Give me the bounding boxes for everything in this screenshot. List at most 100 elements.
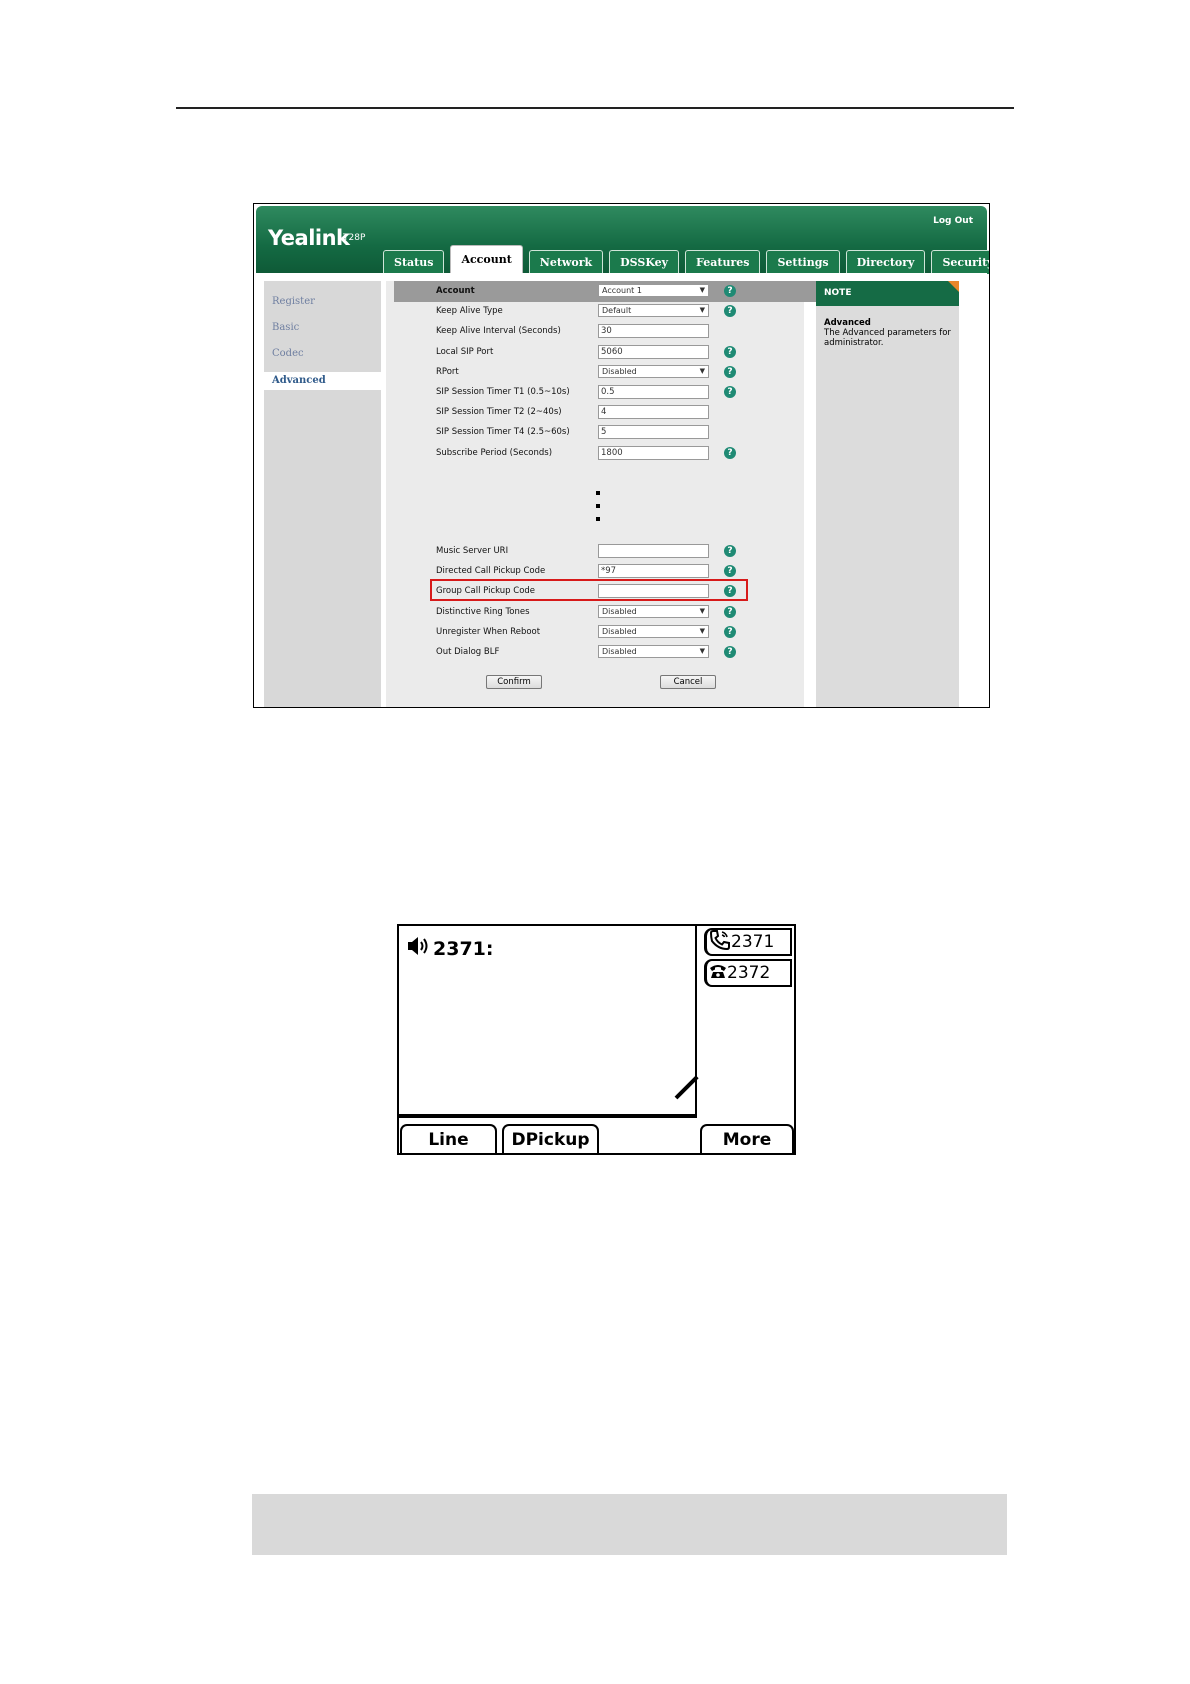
field-select[interactable]: Disabled ▼ <box>598 364 709 378</box>
field-input[interactable]: *97 <box>598 564 709 579</box>
highlight-box <box>430 579 748 601</box>
help-icon[interactable]: ? <box>724 446 736 459</box>
dropdown-caret-icon: ▼ <box>699 626 705 635</box>
nav-item-register[interactable]: Register <box>264 293 381 311</box>
left-nav: Register Basic Codec Advanced <box>264 281 381 707</box>
speaker-icon <box>407 936 431 961</box>
web-body: Register Basic Codec Advanced Account Acc… <box>256 273 987 707</box>
field-input[interactable]: 30 <box>598 324 709 339</box>
tab-features[interactable]: Features <box>685 250 761 274</box>
phone-lcd-screenshot: 2371: 2371 2372 Line DPickup More <box>397 924 796 1155</box>
form-row: Music Server URI? <box>386 543 826 561</box>
field-input[interactable] <box>598 544 709 558</box>
help-icon[interactable]: ? <box>724 285 736 297</box>
dropdown-caret-icon: ▼ <box>699 286 705 294</box>
settings-form: Account Account 1 ▼? Keep Alive Type Default… <box>386 281 826 707</box>
nav-item-basic[interactable]: Basic <box>264 319 381 337</box>
field-input[interactable]: 5 <box>598 425 709 440</box>
form-row: RPort Disabled ▼? <box>386 364 826 382</box>
field-value: 1800 <box>601 447 623 458</box>
form-row: Distinctive Ring Tones Disabled ▼? <box>386 604 826 622</box>
field-value: Disabled <box>602 606 637 616</box>
line-key-2-label: 2372 <box>727 963 771 983</box>
field-value: Disabled <box>602 366 637 376</box>
field-label: SIP Session Timer T2 (2~40s) <box>436 407 562 418</box>
help-icon[interactable]: ? <box>724 365 736 378</box>
form-row: Local SIP Port 5060? <box>386 344 826 362</box>
field-select[interactable]: Disabled ▼ <box>598 645 709 658</box>
note-fold-corner <box>948 281 959 292</box>
model-label: T28P <box>338 231 365 245</box>
help-icon[interactable]: ? <box>724 605 736 618</box>
field-value: 5 <box>601 427 607 438</box>
field-label: Local SIP Port <box>436 346 494 357</box>
nav-item-advanced[interactable]: Advanced <box>264 372 381 390</box>
note-panel: NOTE Advanced The Advanced parameters fo… <box>816 281 959 707</box>
line-key-1[interactable]: 2371 <box>704 928 792 956</box>
tab-status[interactable]: Status <box>383 250 445 274</box>
help-icon[interactable]: ? <box>724 565 736 578</box>
form-row: SIP Session Timer T2 (2~40s) 4 <box>386 404 826 422</box>
help-icon[interactable]: ? <box>724 386 736 398</box>
tab-account[interactable]: Account <box>450 245 523 274</box>
form-row: SIP Session Timer T4 (2.5~60s) 5 <box>386 424 826 442</box>
tab-dsskey[interactable]: DSSKey <box>609 250 680 274</box>
field-input[interactable]: 5060 <box>598 344 709 359</box>
field-input[interactable]: 1800 <box>598 445 709 460</box>
cancel-button[interactable]: Cancel <box>660 675 716 689</box>
tab-security[interactable]: Security <box>931 250 989 274</box>
note-heading: NOTE <box>816 281 959 306</box>
web-ui-screenshot: Log Out Yealink T28P Status Account Netw… <box>253 203 990 708</box>
field-label: Distinctive Ring Tones <box>436 606 530 617</box>
help-icon[interactable]: ? <box>724 646 736 658</box>
logout-link[interactable]: Log Out <box>933 216 973 226</box>
nav-item-codec[interactable]: Codec <box>264 345 381 363</box>
web-header-bar: Log Out Yealink T28P Status Account Netw… <box>256 206 989 274</box>
softkey-more[interactable]: More <box>700 1124 794 1153</box>
dropdown-caret-icon: ▼ <box>699 647 705 655</box>
field-input[interactable]: 0.5 <box>598 385 709 399</box>
field-label: Music Server URI <box>436 546 509 556</box>
dropdown-caret-icon: ▼ <box>699 366 705 375</box>
field-value: 4 <box>601 407 607 418</box>
help-icon[interactable]: ? <box>724 305 736 318</box>
field-select[interactable]: Disabled ▼ <box>598 604 709 618</box>
telephone-icon <box>709 963 727 984</box>
page-header-rule <box>176 107 1014 109</box>
confirm-button[interactable]: Confirm <box>486 675 542 689</box>
field-input[interactable]: 4 <box>598 405 709 420</box>
form-row: Keep Alive Interval (Seconds) 30 <box>386 323 826 341</box>
field-value: 30 <box>601 326 612 337</box>
field-value: 5060 <box>601 346 623 357</box>
form-row: Account Account 1 ▼? <box>386 283 826 301</box>
field-select[interactable]: Default ▼ <box>598 304 709 318</box>
dropdown-caret-icon: ▼ <box>699 606 705 615</box>
field-value: Account 1 <box>602 286 642 295</box>
form-row: SIP Session Timer T1 (0.5~10s) 0.5? <box>386 384 826 402</box>
line-key-2[interactable]: 2372 <box>704 959 792 987</box>
field-label: Directed Call Pickup Code <box>436 566 546 577</box>
ellipsis-dot <box>596 491 600 495</box>
tab-directory[interactable]: Directory <box>845 250 926 274</box>
ellipsis-dot <box>596 504 600 508</box>
phone-call-icon <box>709 929 731 956</box>
field-select[interactable]: Account 1 ▼ <box>598 284 709 297</box>
line-key-1-label: 2371 <box>731 932 775 952</box>
softkey-dpickup[interactable]: DPickup <box>502 1124 599 1153</box>
lcd-title: 2371: <box>407 936 493 961</box>
help-icon[interactable]: ? <box>724 625 736 638</box>
field-label: SIP Session Timer T4 (2.5~60s) <box>436 427 570 438</box>
help-icon[interactable]: ? <box>724 345 736 358</box>
field-select[interactable]: Disabled ▼ <box>598 624 709 638</box>
softkey-line[interactable]: Line <box>400 1124 497 1153</box>
field-value: Disabled <box>602 647 637 656</box>
main-tabs: Status Account Network DSSKey Features S… <box>383 244 989 274</box>
help-icon[interactable]: ? <box>724 545 736 557</box>
note-text: The Advanced parameters for administrato… <box>824 328 951 348</box>
note-box <box>252 1494 1007 1555</box>
field-label: Unregister When Reboot <box>436 626 541 637</box>
field-label: Account <box>436 286 475 296</box>
tab-settings[interactable]: Settings <box>766 250 840 274</box>
field-label: Keep Alive Interval (Seconds) <box>436 326 561 337</box>
tab-network[interactable]: Network <box>528 250 604 274</box>
